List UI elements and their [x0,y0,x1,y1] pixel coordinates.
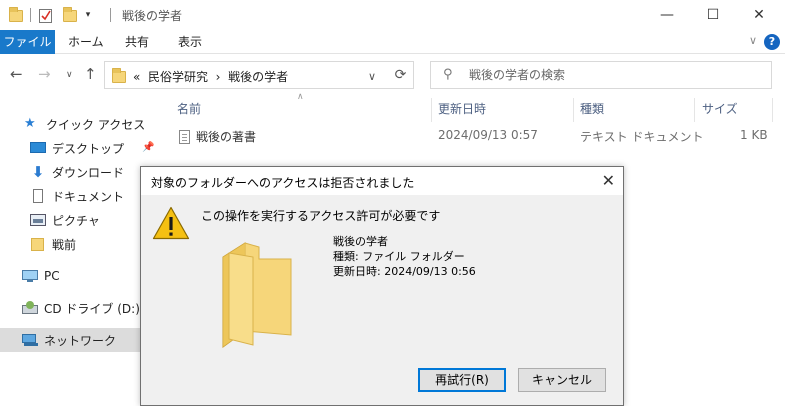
dialog-close-icon[interactable]: ✕ [602,171,615,190]
column-header-type[interactable]: 種類 [580,100,604,122]
folder-name: 戦後の学者 [333,235,388,248]
title-bar: ▾ 戦後の学者 — ☐ ✕ [0,0,785,30]
ribbon: ファイル ホーム 共有 表示 ∨ ? [0,30,785,54]
sidebar-item-cd-drive[interactable]: CD ドライブ (D:) SSS [0,296,155,320]
column-header-size[interactable]: サイズ [702,100,738,122]
sidebar-item-pc[interactable]: PC [0,264,155,288]
column-divider[interactable] [772,98,773,122]
forward-arrow-icon[interactable]: → [38,65,51,83]
tab-home[interactable]: ホーム [58,30,114,54]
divider [110,8,111,22]
folder-type: 種類: ファイル フォルダー [333,250,465,263]
tab-view[interactable]: 表示 [168,30,212,54]
pc-icon [22,269,38,283]
cancel-button[interactable]: キャンセル [518,368,606,392]
back-arrow-icon[interactable]: ← [10,65,23,83]
retry-button[interactable]: 再試行(R) [418,368,506,392]
recent-locations-icon[interactable]: ∨ [66,70,73,80]
network-icon [22,333,38,347]
sidebar-item-pictures[interactable]: ピクチャ [0,208,155,232]
breadcrumb-item[interactable]: 戦後の学者 [228,70,288,84]
desktop-icon [30,141,46,155]
column-divider[interactable] [573,98,574,122]
cd-drive-icon [22,301,38,315]
navigation-pane: ★ クイック アクセス デスクトップ ⬇ ダウンロード ドキュメント ピクチャ … [0,100,155,406]
up-arrow-icon[interactable]: ↑ [84,65,97,83]
refresh-icon[interactable]: ⟳ [388,61,414,89]
minimize-button[interactable]: — [644,0,690,30]
close-button[interactable]: ✕ [736,0,782,30]
sidebar-item-label: クイック アクセス [46,117,146,132]
tab-file[interactable]: ファイル [0,30,55,54]
sidebar-item-quick-access[interactable]: ★ クイック アクセス [0,112,155,136]
breadcrumb-separator[interactable]: › [216,70,221,84]
document-icon [30,189,46,203]
sidebar-item-documents[interactable]: ドキュメント [0,184,155,208]
column-divider[interactable] [694,98,695,122]
star-icon: ★ [24,116,36,131]
file-type: テキスト ドキュメント [580,130,704,144]
sidebar-item-downloads[interactable]: ⬇ ダウンロード [0,160,155,184]
properties-icon[interactable] [38,7,54,23]
tab-share[interactable]: 共有 [115,30,159,54]
help-icon[interactable]: ? [764,34,780,50]
divider [30,8,31,22]
large-folder-icon [215,239,295,352]
sidebar-item-desktop[interactable]: デスクトップ [0,136,155,160]
file-date: 2024/09/13 0:57 [438,128,538,142]
window-title: 戦後の学者 [122,9,183,23]
file-name[interactable]: 戦後の著書 [196,128,256,150]
sidebar-item-label: ネットワーク [44,333,117,348]
access-denied-dialog: 対象のフォルダーへのアクセスは拒否されました ✕ この操作を実行するアクセス許可… [140,166,624,406]
chevron-down-icon[interactable]: ∨ [749,34,757,47]
sidebar-item-network[interactable]: ネットワーク [0,328,155,352]
breadcrumb: « 民俗学研究 › 戦後の学者 [133,68,288,85]
dialog-title: 対象のフォルダーへのアクセスは拒否されました [151,176,415,190]
pictures-icon [30,213,46,227]
scrollbar-track[interactable] [779,95,785,406]
folder-icon [112,68,126,83]
column-divider[interactable] [431,98,432,122]
folder-modified-date: 更新日時: 2024/09/13 0:56 [333,265,476,278]
pin-icon: 📌 [142,142,155,153]
address-dropdown-icon[interactable]: ∨ [368,70,376,83]
text-document-icon [179,130,190,144]
dialog-message: この操作を実行するアクセス許可が必要です [201,209,441,223]
folder-details: 戦後の学者 種類: ファイル フォルダー 更新日時: 2024/09/13 0:… [333,234,476,279]
search-icon: ⚲ [443,67,453,82]
maximize-button[interactable]: ☐ [690,0,736,30]
column-header-name[interactable]: 名前 [177,100,201,122]
sidebar-item-label: デスクトップ [52,141,125,156]
sidebar-item-label: ピクチャ [52,213,100,228]
sidebar-item-label: PC [44,269,60,283]
file-size: 1 KB [740,128,768,142]
breadcrumb-item[interactable]: 民俗学研究 [148,70,208,84]
navigation-bar: ← → ∨ ↑ « 民俗学研究 › 戦後の学者 ∨ ⟳ ⚲ [0,56,785,94]
sidebar-item-folder[interactable]: 戦前 [0,232,155,256]
warning-icon [152,206,190,243]
sidebar-item-label: ドキュメント [52,189,125,204]
new-folder-icon[interactable] [62,7,78,23]
folder-icon [8,7,24,23]
breadcrumb-overflow[interactable]: « [133,70,140,84]
column-header-date[interactable]: 更新日時 [438,100,486,122]
customize-toolbar-icon[interactable]: ▾ [82,7,94,23]
folder-icon [30,237,46,251]
sidebar-item-label: 戦前 [52,237,77,252]
sidebar-item-label: CD ドライブ (D:) SSS [44,301,155,316]
download-icon: ⬇ [31,163,45,181]
search-input[interactable] [469,66,759,84]
dialog-title-bar: 対象のフォルダーへのアクセスは拒否されました ✕ [141,167,623,195]
sidebar-item-label: ダウンロード [52,165,125,180]
search-box[interactable]: ⚲ [430,61,772,89]
sort-ascending-icon: ∧ [297,92,304,102]
